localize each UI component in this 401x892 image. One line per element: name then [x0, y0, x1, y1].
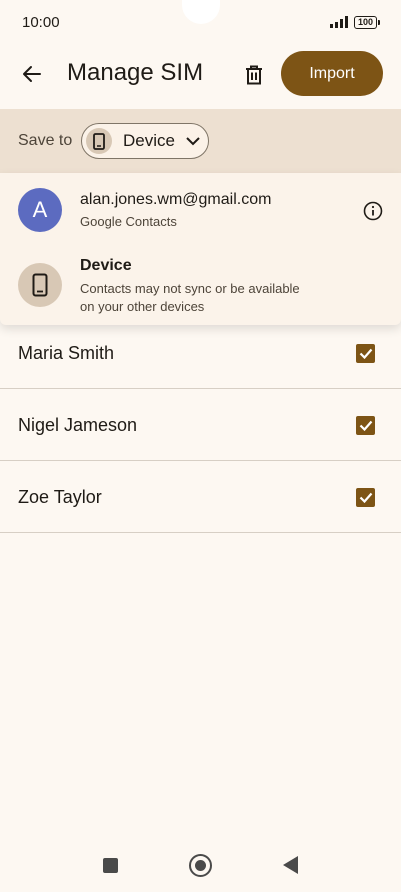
account-dropdown-menu: A alan.jones.wm@gmail.com Google Contact…: [0, 173, 401, 325]
list-item[interactable]: Nigel Jameson: [0, 389, 401, 461]
home-icon[interactable]: [189, 854, 212, 877]
status-icons: 100: [329, 15, 381, 29]
checkmark-icon: [359, 420, 372, 431]
battery-icon: 100: [353, 15, 381, 29]
save-to-selected: Device: [123, 131, 175, 150]
page-title: Manage SIM: [67, 59, 204, 86]
import-button[interactable]: Import: [281, 51, 383, 96]
device-title: Device: [80, 257, 132, 274]
contact-checkbox[interactable]: [356, 488, 375, 507]
signal-icon: [329, 16, 348, 28]
back-button[interactable]: [16, 58, 48, 90]
contact-name: Maria Smith: [18, 343, 115, 363]
account-type: Google Contacts: [80, 214, 177, 229]
checkmark-icon: [359, 348, 372, 359]
phone-icon: [86, 128, 112, 154]
checkmark-icon: [359, 492, 372, 503]
account-email: alan.jones.wm@gmail.com: [80, 191, 272, 208]
app-bar: Manage SIM Import: [0, 50, 401, 98]
phone-icon: [18, 263, 62, 307]
status-time: 10:00: [22, 13, 60, 31]
save-to-bar: Save to Device: [0, 109, 401, 173]
contact-name: Zoe Taylor: [18, 487, 102, 507]
chevron-down-icon: [186, 136, 200, 146]
list-item[interactable]: Zoe Taylor: [0, 461, 401, 533]
back-icon[interactable]: [283, 856, 298, 874]
info-icon: [363, 201, 383, 221]
save-to-label: Save to: [18, 132, 73, 149]
info-button[interactable]: [362, 200, 384, 222]
system-nav-bar: [0, 842, 401, 890]
dropdown-item-google[interactable]: A alan.jones.wm@gmail.com Google Contact…: [0, 173, 401, 250]
device-description-line1: Contacts may not sync or be available: [80, 281, 300, 296]
contact-checkbox[interactable]: [356, 416, 375, 435]
contact-checkbox[interactable]: [356, 344, 375, 363]
avatar: A: [18, 188, 62, 232]
list-item[interactable]: Maria Smith: [0, 317, 401, 389]
device-description-line2: on your other devices: [80, 299, 205, 314]
battery-level: 100: [357, 17, 373, 27]
contact-name: Nigel Jameson: [18, 415, 138, 435]
save-to-dropdown[interactable]: Device: [81, 123, 209, 159]
recents-icon[interactable]: [103, 858, 118, 873]
trash-icon: [246, 65, 262, 85]
arrow-back-icon: [23, 66, 41, 82]
delete-button[interactable]: [239, 60, 269, 90]
